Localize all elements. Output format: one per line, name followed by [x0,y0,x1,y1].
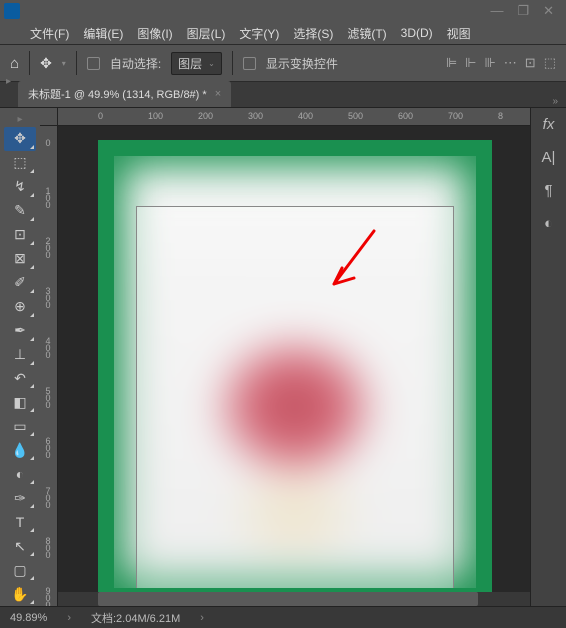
path-select-tool[interactable]: ↖ [4,534,36,558]
move-tool-icon[interactable]: ✥ [40,55,52,72]
gradient-tool[interactable]: ▭ [4,414,36,438]
brush-tool[interactable]: ✒ [4,319,36,343]
ruler-tick: 400 [298,111,313,121]
ruler-tick: 300 [43,286,53,307]
selection-frame[interactable] [136,206,454,588]
zoom-level[interactable]: 49.89% [10,612,47,624]
stamp-tool[interactable]: ⊥ [4,343,36,367]
crop-tool[interactable]: ⊡ [4,223,36,247]
eraser-tool[interactable]: ◧ [4,390,36,414]
ruler-tick: 100 [43,186,53,207]
type-tool[interactable]: T [4,510,36,534]
character-panel-icon[interactable]: A| [542,149,556,166]
menu-3d[interactable]: 3D(D) [401,26,433,40]
ruler-corner[interactable] [40,108,58,126]
chevron-right-icon[interactable]: › [200,612,204,624]
panel-dock: fx A| ¶ ◐ [530,108,566,606]
ruler-tick: 300 [248,111,263,121]
close-button[interactable]: ✕ [543,3,554,19]
layer-select[interactable]: 图层 ⌄ [171,52,222,75]
ruler-tick: 100 [148,111,163,121]
minimize-button[interactable]: — [490,3,503,19]
menu-edit[interactable]: 编辑(E) [83,25,123,42]
maximize-button[interactable]: ❐ [517,3,529,19]
chevron-down-icon: ⌄ [208,59,215,68]
ruler-tick: 700 [43,486,53,507]
status-bar: 49.89% › 文档:2.04M/6.21M › [0,606,566,628]
ruler-tick: 500 [43,386,53,407]
eyedropper-tool[interactable]: ✐ [4,271,36,295]
chevron-down-icon[interactable]: ▾ [62,59,66,68]
hand-tool[interactable]: ✋ [4,582,36,606]
move-tool[interactable]: ✥ [4,127,36,151]
shape-tool[interactable]: ▢ [4,558,36,582]
healing-tool[interactable]: ⊕ [4,295,36,319]
ruler-tick: 200 [198,111,213,121]
home-icon[interactable]: ⌂ [10,55,19,72]
lasso-tool[interactable]: ↯ [4,175,36,199]
align-right-icon[interactable]: ⊪ [484,55,495,71]
paragraph-panel-icon[interactable]: ¶ [544,182,552,199]
blur-tool[interactable]: 💧 [4,438,36,462]
ruler-vertical[interactable]: 0 100 200 300 400 500 600 700 800 900 [40,126,58,606]
menu-view[interactable]: 视图 [447,25,471,42]
menu-type[interactable]: 文字(Y) [239,25,279,42]
ruler-tick: 400 [43,336,53,357]
quick-select-tool[interactable]: ✎ [4,199,36,223]
scrollbar-horizontal[interactable] [58,592,530,606]
ruler-tick: 700 [448,111,463,121]
app-icon [4,3,20,19]
ruler-tick: 0 [98,111,103,121]
ruler-tick: 600 [43,436,53,457]
menu-bar: 文件(F) 编辑(E) 图像(I) 图层(L) 文字(Y) 选择(S) 滤镜(T… [0,22,566,44]
dodge-tool[interactable]: ◐ [4,462,36,486]
drag-handle-icon[interactable]: ▸ [17,114,22,125]
adjustments-panel-icon[interactable]: ◐ [544,215,553,232]
tab-overflow-icon[interactable]: » [552,96,566,107]
ruler-tick: 800 [43,536,53,557]
ruler-tick: 500 [348,111,363,121]
show-transform-checkbox[interactable] [243,57,256,70]
drag-handle-icon[interactable]: ▸ [6,76,11,87]
ruler-tick: 200 [43,236,53,257]
more-icon[interactable]: ⊡ [525,55,536,71]
menu-file[interactable]: 文件(F) [30,25,69,42]
tab-title: 未标题-1 @ 49.9% (1314, RGB/8#) * [28,86,207,102]
menu-layer[interactable]: 图层(L) [187,25,226,42]
toolbar: ▸ ✥ ⬚ ↯ ✎ ⊡ ⊠ ✐ ⊕ ✒ ⊥ ↶ ◧ ▭ 💧 ◐ ✑ T ↖ ▢ … [0,108,40,606]
auto-select-checkbox[interactable] [87,57,100,70]
ruler-tick: 600 [398,111,413,121]
frame-tool[interactable]: ⊠ [4,247,36,271]
menu-filter[interactable]: 滤镜(T) [347,25,386,42]
marquee-tool[interactable]: ⬚ [4,151,36,175]
menu-select[interactable]: 选择(S) [293,25,333,42]
history-brush-tool[interactable]: ↶ [4,367,36,391]
ruler-tick: 8 [498,111,503,121]
close-tab-icon[interactable]: × [215,88,221,100]
fx-panel-icon[interactable]: fx [543,116,555,133]
layer-select-label: 图层 [178,55,202,72]
3d-icon[interactable]: ⬚ [544,55,556,71]
distribute-icon[interactable]: ⋯ [504,55,517,71]
ruler-tick: 900 [43,586,53,606]
options-bar: ⌂ ✥ ▾ 自动选择: 图层 ⌄ 显示变换控件 ⊫ ⊩ ⊪ ⋯ ⊡ ⬚ [0,44,566,82]
menu-image[interactable]: 图像(I) [137,25,172,42]
align-left-icon[interactable]: ⊫ [446,55,457,71]
pen-tool[interactable]: ✑ [4,486,36,510]
chevron-right-icon[interactable]: › [67,612,71,624]
document-canvas[interactable] [98,140,492,604]
ruler-tick: 0 [43,138,53,145]
canvas-area[interactable]: 0 100 200 300 400 500 600 700 8 0 100 20… [40,108,530,606]
doc-size[interactable]: 文档:2.04M/6.21M [91,610,180,626]
align-center-icon[interactable]: ⊩ [465,55,476,71]
show-transform-label: 显示变换控件 [266,55,338,72]
document-tab[interactable]: 未标题-1 @ 49.9% (1314, RGB/8#) * × [18,81,231,107]
auto-select-label: 自动选择: [110,55,161,72]
ruler-horizontal[interactable]: 0 100 200 300 400 500 600 700 8 [58,108,530,126]
